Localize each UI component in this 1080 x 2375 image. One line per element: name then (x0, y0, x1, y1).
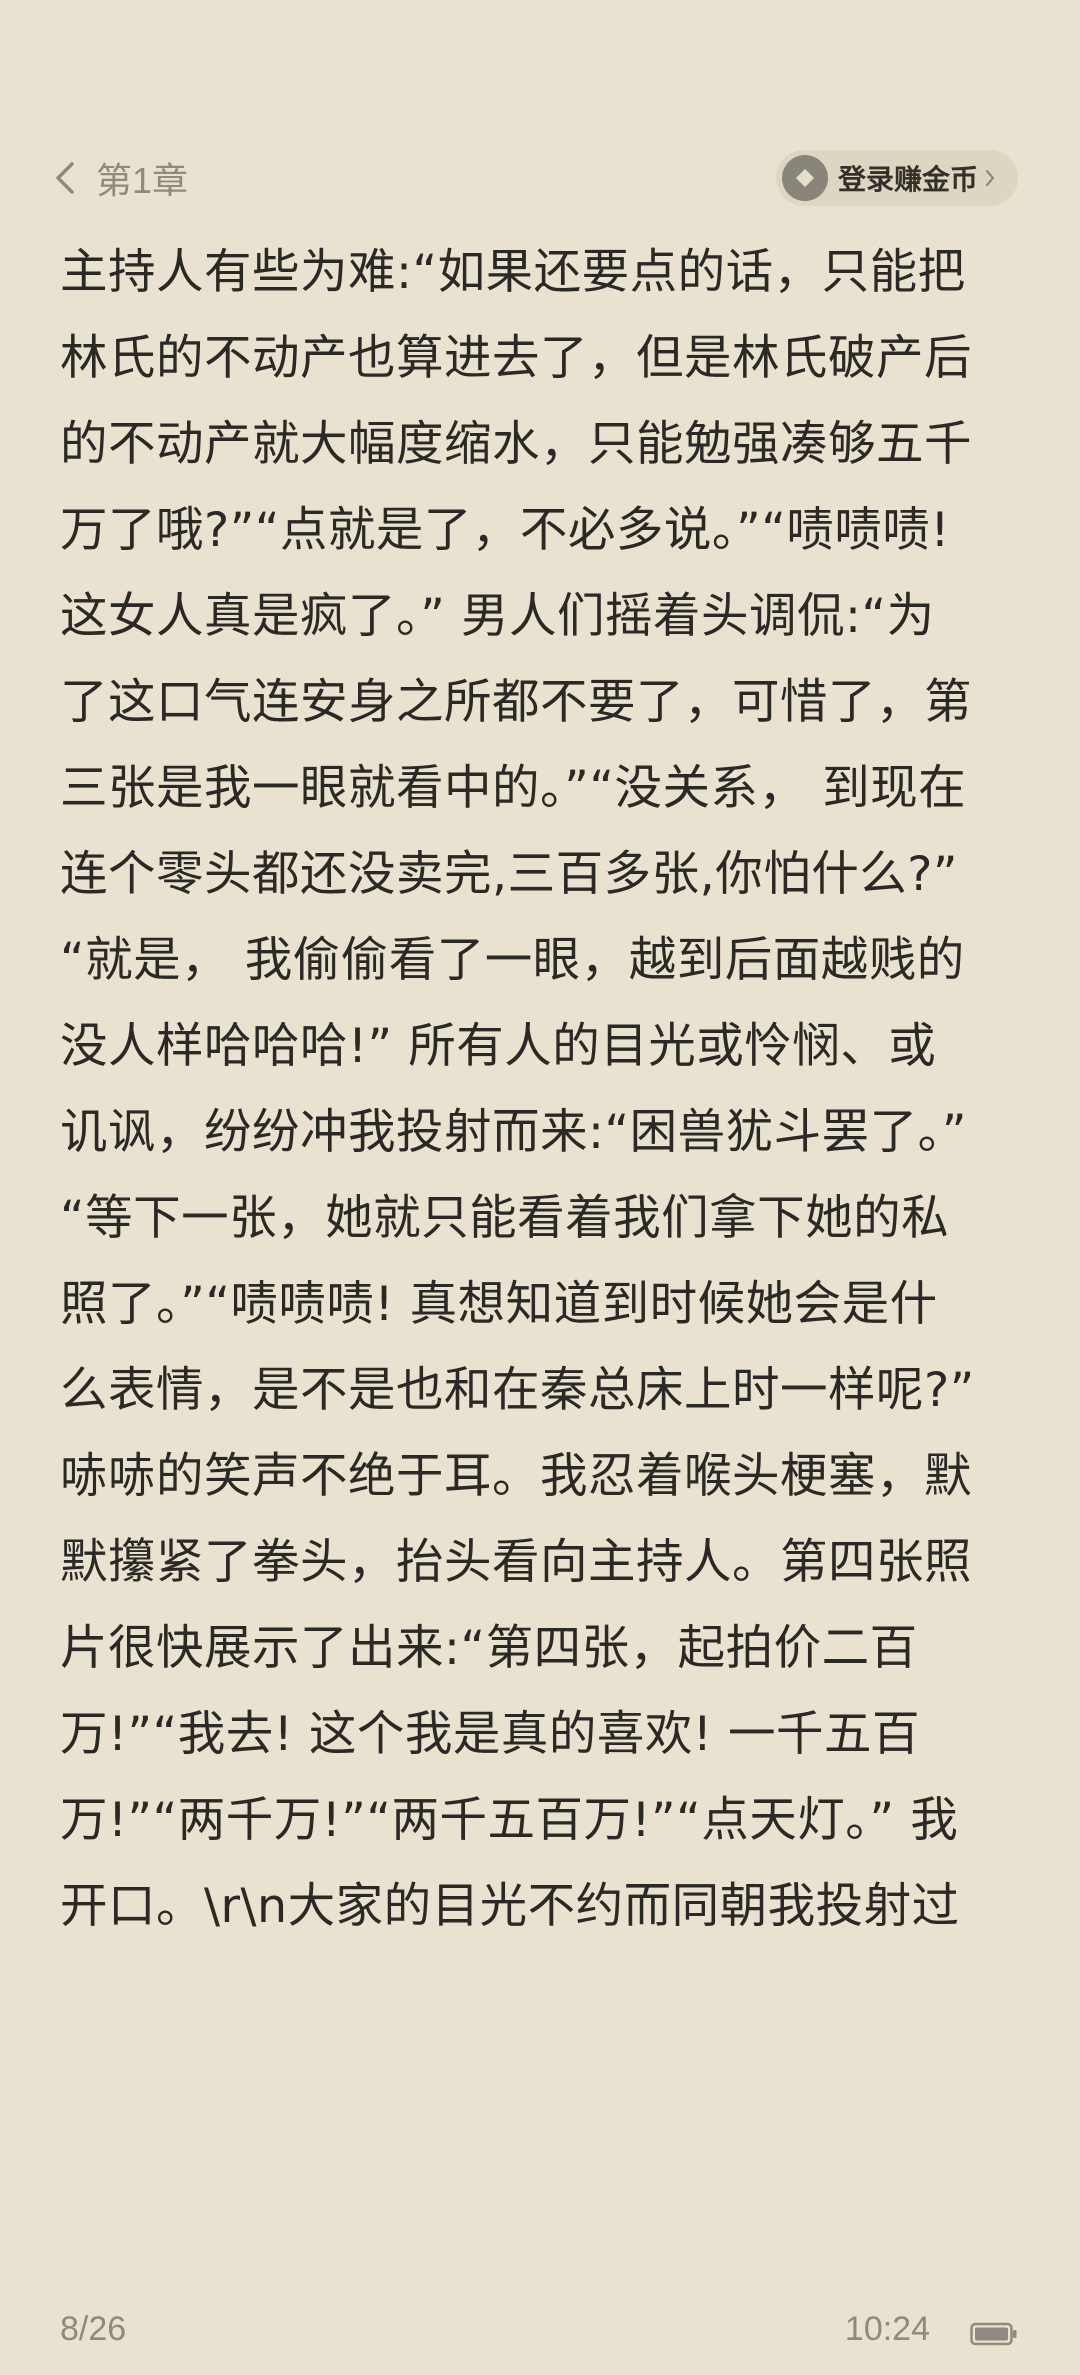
login-earn-coins-button[interactable]: 登录赚金币 (775, 150, 1018, 206)
text-line: 没人样哈哈哈!” 所有人的目光或怜悯、或 (60, 1019, 937, 1074)
text-line: 开口。\r\n大家的目光不约而同朝我投射过 (60, 1879, 960, 1934)
text-line: 林氏的不动产也算进去了，但是林氏破产后 (60, 331, 972, 386)
text-line: 主持人有些为难:“如果还要点的话，只能把 (60, 245, 966, 300)
text-line: 万!”“两千万!”“两千五百万!”“点天灯。” 我 (60, 1793, 959, 1848)
text-line: 讥讽，纷纷冲我投射而来:“困兽犹斗罢了。” (60, 1105, 967, 1160)
chevron-left-icon (56, 162, 74, 194)
chapter-text: 主持人有些为难:“如果还要点的话，只能把 林氏的不动产也算进去了，但是林氏破产后… (60, 230, 1028, 1950)
reader-header: 第1章 登录赚金币 (0, 140, 1080, 216)
coin-icon (781, 155, 828, 201)
page-indicator: 8/26 (60, 2310, 127, 2348)
text-line: 默攥紧了拳头，抬头看向主持人。第四张照 (60, 1535, 972, 1590)
clock-time: 10:24 (844, 2310, 930, 2348)
chevron-right-icon (985, 169, 995, 187)
back-button[interactable]: 第1章 (52, 140, 188, 216)
text-line: 哧哧的笑声不绝于耳。我忍着喉头梗塞，默 (60, 1449, 972, 1504)
text-line: 片很快展示了出来:“第四张，起拍价二百 (60, 1621, 918, 1676)
text-line: 照了。”“啧啧啧! 真想知道到时候她会是什 (60, 1277, 938, 1332)
battery-icon (970, 2322, 1017, 2346)
text-line: 万了哦?”“点就是了，不必多说。”“啧啧啧! (60, 503, 950, 558)
text-line: 么表情，是不是也和在秦总床上时一样呢?” (60, 1363, 975, 1418)
text-line: 连个零头都还没卖完,三百多张,你怕什么?” (60, 847, 959, 902)
text-line: 三张是我一眼就看中的。”“没关系， 到现在 (60, 761, 967, 816)
chapter-title: 第1章 (96, 160, 189, 201)
text-line: “等下一张，她就只能看着我们拿下她的私 (60, 1191, 950, 1246)
text-line: “就是， 我偷偷看了一眼，越到后面越贱的 (60, 933, 965, 988)
text-line: 这女人真是疯了。” 男人们摇着头调侃:“为 (60, 589, 935, 644)
text-line: 万!”“我去! 这个我是真的喜欢! 一千五百 (60, 1707, 921, 1762)
coin-button-label: 登录赚金币 (837, 163, 978, 196)
text-line: 了这口气连安身之所都不要了，可惜了，第 (60, 675, 972, 730)
text-line: 的不动产就大幅度缩水，只能勉强凑够五千 (60, 417, 972, 472)
